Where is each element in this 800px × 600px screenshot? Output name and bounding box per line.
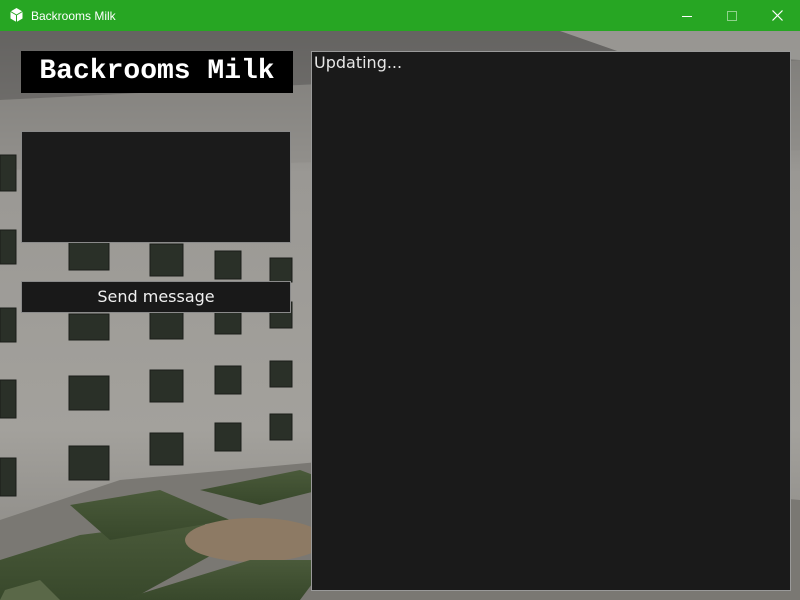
window-title: Backrooms Milk — [31, 9, 116, 23]
output-panel: Updating... — [311, 51, 791, 591]
output-text: Updating... — [314, 53, 403, 72]
maximize-button[interactable] — [709, 0, 755, 31]
close-icon — [771, 10, 783, 21]
app-icon — [9, 7, 24, 23]
close-button[interactable] — [754, 0, 800, 31]
maximize-icon — [727, 10, 737, 21]
minimize-button[interactable] — [664, 0, 710, 31]
send-message-button[interactable]: Send message — [21, 281, 291, 313]
app-name-label: Backrooms Milk — [21, 51, 293, 93]
minimize-icon — [682, 15, 692, 17]
message-input[interactable] — [21, 131, 291, 243]
title-bar: Backrooms Milk — [0, 0, 800, 31]
